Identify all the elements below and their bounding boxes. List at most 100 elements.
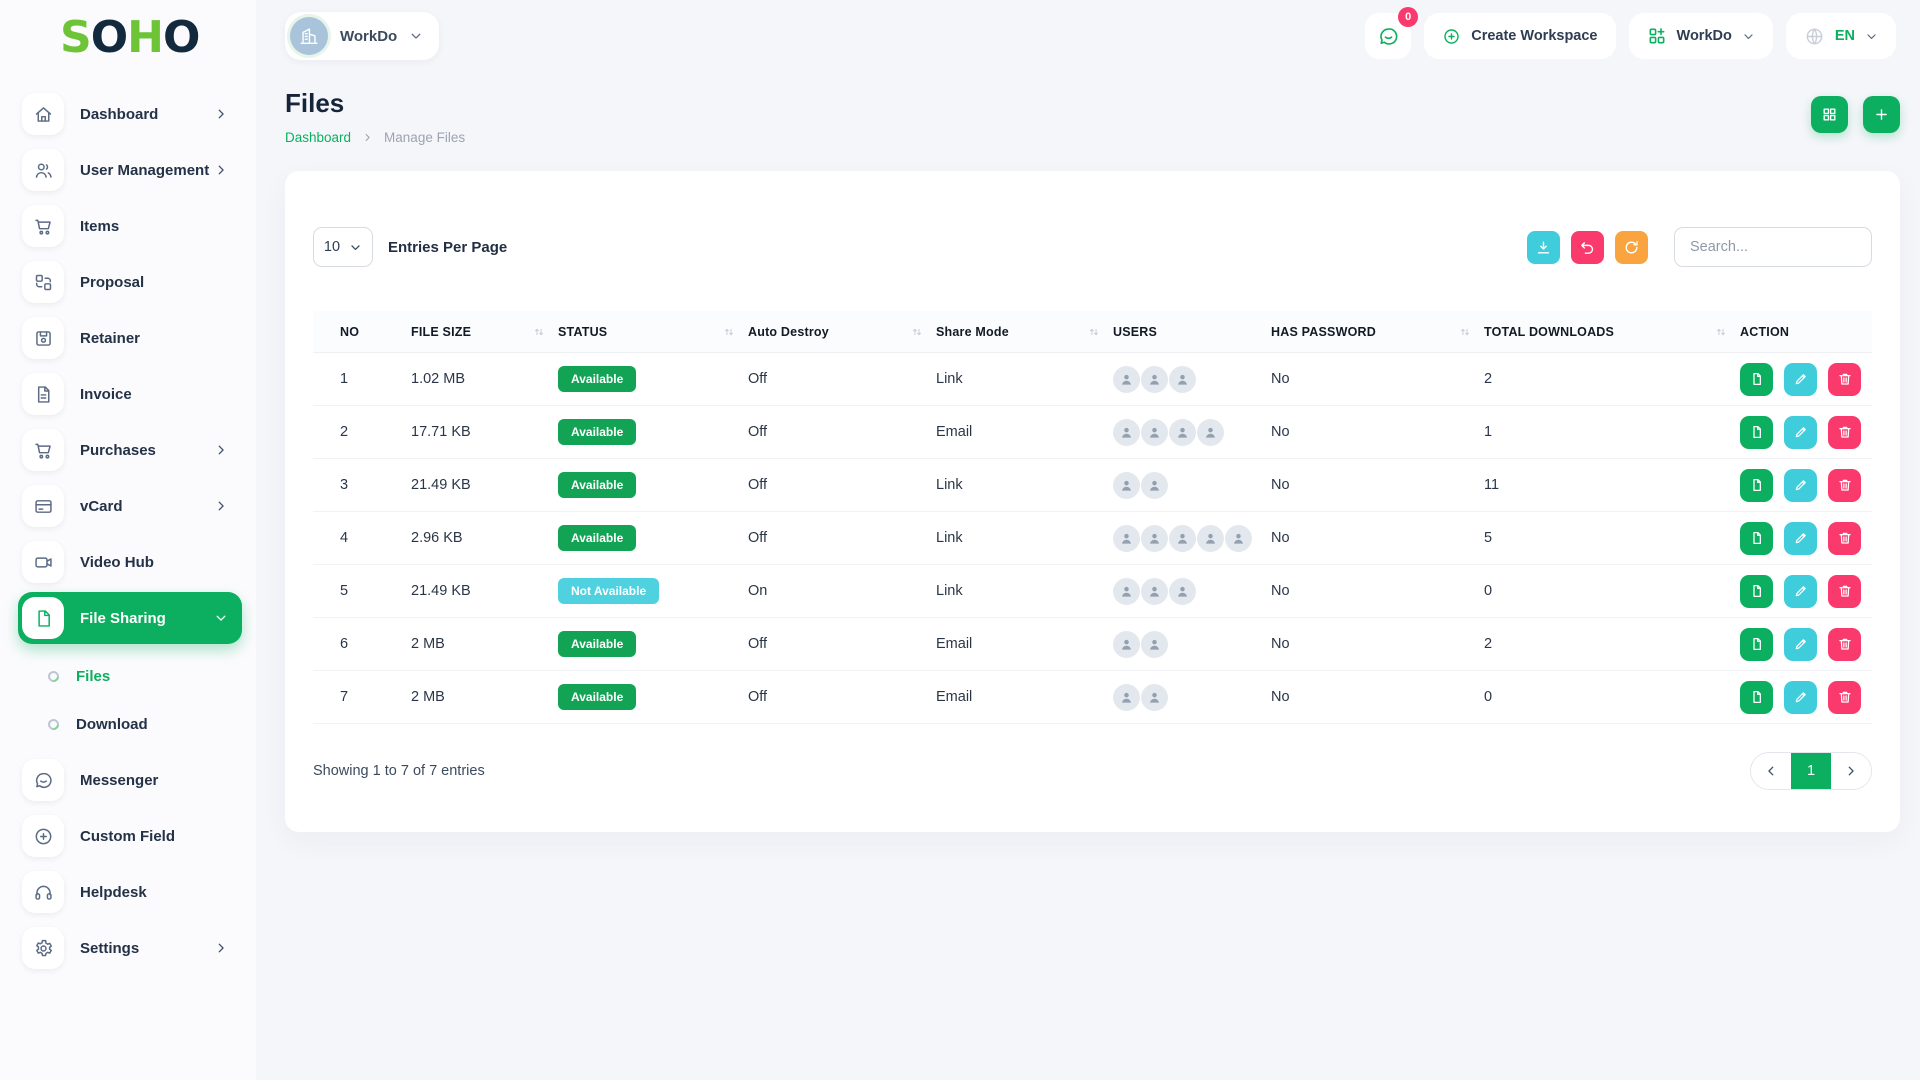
sidebar-item-retainer[interactable]: Retainer (18, 312, 242, 364)
sidebar-subitem-download[interactable]: Download (18, 700, 242, 748)
pagination-next-button[interactable] (1831, 753, 1871, 789)
breadcrumb-dashboard-link[interactable]: Dashboard (285, 130, 351, 145)
row-number: 3 (313, 477, 411, 493)
search-input[interactable] (1674, 227, 1872, 267)
edit-button[interactable] (1784, 681, 1817, 714)
has-password: No (1271, 371, 1484, 387)
share-mode: Email (936, 424, 1113, 440)
users-cell (1113, 419, 1271, 446)
sort-icon[interactable] (722, 325, 736, 339)
users-cell (1113, 684, 1271, 711)
delete-button[interactable] (1828, 681, 1861, 714)
has-password: No (1271, 477, 1484, 493)
edit-button[interactable] (1784, 363, 1817, 396)
page-header-actions (1811, 96, 1900, 133)
edit-button[interactable] (1784, 522, 1817, 555)
delete-button[interactable] (1828, 363, 1861, 396)
column-header-status[interactable]: STATUS (558, 325, 748, 339)
add-file-button[interactable] (1863, 96, 1900, 133)
column-header-share-mode[interactable]: Share Mode (936, 325, 1113, 339)
sidebar-item-vcard[interactable]: vCard (18, 480, 242, 532)
grid-view-button[interactable] (1811, 96, 1848, 133)
view-file-button[interactable] (1740, 628, 1773, 661)
sidebar-item-invoice[interactable]: Invoice (18, 368, 242, 420)
file-icon (22, 597, 64, 639)
undo-button[interactable] (1571, 231, 1604, 264)
sort-icon[interactable] (1458, 325, 1472, 339)
user-avatar-icon (1113, 366, 1140, 393)
sidebar-item-helpdesk[interactable]: Helpdesk (18, 866, 242, 918)
total-downloads: 1 (1484, 424, 1740, 440)
view-file-button[interactable] (1740, 681, 1773, 714)
messenger-button[interactable]: 0 (1365, 13, 1411, 59)
view-file-button[interactable] (1740, 363, 1773, 396)
sort-icon[interactable] (1087, 325, 1101, 339)
sidebar-item-video-hub[interactable]: Video Hub (18, 536, 242, 588)
video-icon (22, 541, 64, 583)
column-header-has-password[interactable]: HAS PASSWORD (1271, 325, 1484, 339)
column-header-file-size[interactable]: FILE SIZE (411, 325, 558, 339)
sidebar-subitem-files[interactable]: Files (18, 652, 242, 700)
workspace-selector[interactable]: WorkDo (285, 12, 439, 60)
sidebar-item-label: Helpdesk (80, 884, 147, 901)
total-downloads: 0 (1484, 583, 1740, 599)
entries-select-value: 10 (324, 239, 340, 255)
delete-button[interactable] (1828, 628, 1861, 661)
view-file-button[interactable] (1740, 416, 1773, 449)
view-file-button[interactable] (1740, 469, 1773, 502)
logo: SOHO (0, 0, 256, 62)
user-avatar-icon (1113, 525, 1140, 552)
view-file-button[interactable] (1740, 522, 1773, 555)
delete-button[interactable] (1828, 469, 1861, 502)
status-badge: Available (558, 366, 636, 392)
column-label: Share Mode (936, 325, 1009, 339)
users-icon (22, 149, 64, 191)
sidebar-item-messenger[interactable]: Messenger (18, 754, 242, 806)
sidebar-item-file-sharing[interactable]: File Sharing (18, 592, 242, 644)
create-workspace-button[interactable]: Create Workspace (1424, 13, 1615, 59)
column-header-total-downloads[interactable]: TOTAL DOWNLOADS (1484, 325, 1740, 339)
topbar-right: 0 Create Workspace WorkDo EN (1365, 13, 1896, 59)
status-cell: Available (558, 366, 748, 392)
export-download-button[interactable] (1527, 231, 1560, 264)
language-selector[interactable]: EN (1786, 13, 1896, 59)
edit-button[interactable] (1784, 469, 1817, 502)
sidebar-item-user-management[interactable]: User Management (18, 144, 242, 196)
sidebar-item-items[interactable]: Items (18, 200, 242, 252)
sort-icon[interactable] (910, 325, 924, 339)
sidebar-item-custom-field[interactable]: Custom Field (18, 810, 242, 862)
sort-icon[interactable] (532, 325, 546, 339)
status-cell: Available (558, 419, 748, 445)
sidebar-item-label: File Sharing (80, 610, 166, 627)
sidebar-item-settings[interactable]: Settings (18, 922, 242, 974)
delete-button[interactable] (1828, 575, 1861, 608)
refresh-button[interactable] (1615, 231, 1648, 264)
status-badge: Available (558, 472, 636, 498)
chevron-down-icon (349, 241, 362, 254)
sort-icon[interactable] (1714, 325, 1728, 339)
user-avatar-icon (1197, 525, 1224, 552)
sidebar-item-proposal[interactable]: Proposal (18, 256, 242, 308)
delete-button[interactable] (1828, 522, 1861, 555)
status-cell: Available (558, 525, 748, 551)
sidebar-item-purchases[interactable]: Purchases (18, 424, 242, 476)
share-mode: Email (936, 636, 1113, 652)
entries-per-page-select[interactable]: 10 (313, 227, 373, 267)
edit-button[interactable] (1784, 416, 1817, 449)
auto-destroy: Off (748, 424, 936, 440)
app-menu-button[interactable]: WorkDo (1629, 13, 1773, 59)
auto-destroy: Off (748, 371, 936, 387)
edit-button[interactable] (1784, 628, 1817, 661)
pagination-page-current[interactable]: 1 (1791, 753, 1831, 789)
table-row: 11.02 MBAvailableOffLinkNo2 (313, 353, 1872, 406)
view-file-button[interactable] (1740, 575, 1773, 608)
sidebar-item-dashboard[interactable]: Dashboard (18, 88, 242, 140)
sidebar-item-label: Retainer (80, 330, 140, 347)
pagination-prev-button[interactable] (1751, 753, 1791, 789)
user-avatar-icon (1113, 684, 1140, 711)
edit-button[interactable] (1784, 575, 1817, 608)
delete-button[interactable] (1828, 416, 1861, 449)
chevron-right-icon (362, 132, 373, 143)
column-header-auto-destroy[interactable]: Auto Destroy (748, 325, 936, 339)
file-size: 2 MB (411, 636, 558, 652)
